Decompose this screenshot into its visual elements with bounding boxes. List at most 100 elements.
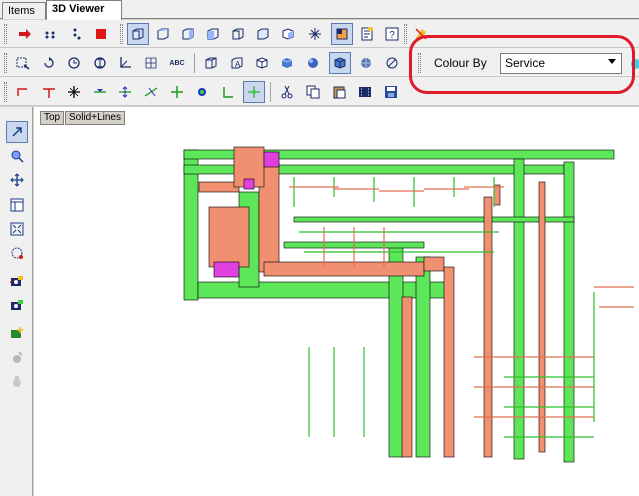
box-solid-icon[interactable] [251, 52, 273, 74]
cube-left-icon[interactable] [202, 23, 224, 45]
duct-segment [493, 184, 501, 206]
arrow-right-icon[interactable] [14, 23, 36, 45]
line-cut-icon[interactable] [140, 81, 162, 103]
save-view-icon[interactable] [380, 81, 402, 103]
toolbar-grip[interactable] [120, 24, 123, 44]
snap-icon[interactable] [243, 81, 265, 103]
duct-segment [293, 216, 575, 223]
rotate-icon[interactable] [38, 52, 60, 74]
elbow-icon[interactable] [12, 81, 34, 103]
properties-icon[interactable] [356, 23, 378, 45]
pipe-run [474, 286, 634, 418]
cube-blue-icon[interactable] [276, 52, 298, 74]
box-wire-icon[interactable] [200, 52, 222, 74]
cube-front-icon[interactable] [127, 23, 149, 45]
select-arrow-icon[interactable] [6, 121, 28, 143]
colour-by-label: Colour By [434, 56, 487, 70]
split-icon[interactable] [114, 81, 136, 103]
no-render-icon[interactable] [381, 52, 403, 74]
pipe-run [293, 177, 495, 207]
svg-text:?: ? [389, 30, 395, 41]
tab-bar: Items 3D Viewer [0, 0, 639, 20]
duct-segment [197, 281, 449, 299]
duct-segment [388, 246, 404, 458]
toolbar-separator [270, 82, 271, 102]
toolbar-area: ? ABC A Colour By Service [0, 20, 639, 106]
colour-by-select[interactable]: Service [500, 53, 622, 74]
cube-shaded-icon[interactable] [329, 52, 351, 74]
toolbar-grip[interactable] [4, 53, 7, 73]
pipe-run [289, 186, 504, 192]
corner-icon[interactable] [217, 81, 239, 103]
toolbar-grip[interactable] [4, 82, 7, 102]
tab-items[interactable]: Items [2, 2, 46, 19]
pan-icon[interactable] [89, 52, 111, 74]
toolbar-grip[interactable] [4, 24, 7, 44]
cube-iso-icon[interactable] [252, 23, 274, 45]
fit-icon[interactable] [6, 218, 28, 240]
duct-segment [423, 256, 445, 272]
tab-3d-viewer[interactable]: 3D Viewer [46, 0, 122, 20]
copy-icon[interactable] [302, 81, 324, 103]
gear-disabled-icon [6, 347, 28, 369]
duct-segment [198, 181, 240, 193]
duct-segment [483, 196, 493, 458]
grid-icon[interactable] [140, 52, 162, 74]
orbit-icon[interactable] [6, 242, 28, 264]
toolbar-separator [194, 53, 195, 73]
left-toolbar [0, 107, 33, 496]
scissors-icon[interactable] [276, 81, 298, 103]
duct-segment [513, 158, 525, 460]
svg-text:A: A [235, 60, 241, 69]
paste-icon[interactable] [328, 81, 350, 103]
duct-segment [401, 296, 413, 458]
target-icon[interactable] [191, 81, 213, 103]
eye-icon[interactable] [89, 81, 111, 103]
help-icon[interactable]: ? [381, 23, 403, 45]
cross-icon[interactable] [63, 81, 85, 103]
cube-shaded-small-icon[interactable] [277, 23, 299, 45]
box-hidden-icon[interactable]: A [226, 52, 248, 74]
toolbar-row-1: ? [0, 20, 639, 48]
duct-fitting [263, 151, 280, 168]
toolbar-grip[interactable] [404, 24, 407, 44]
status-dot-icon [631, 59, 639, 69]
cube-right-icon[interactable] [177, 23, 199, 45]
toolbar-row-2: ABC A Colour By Service [0, 49, 639, 77]
layer-icon[interactable] [331, 23, 353, 45]
clock-icon[interactable] [63, 52, 85, 74]
camera-icon[interactable] [6, 270, 28, 292]
window-icon[interactable] [6, 194, 28, 216]
sparkle-icon[interactable] [304, 23, 326, 45]
duct-segment [415, 256, 431, 458]
move-icon[interactable] [6, 169, 28, 191]
erase-icon[interactable] [410, 23, 432, 45]
tee-icon[interactable] [38, 81, 60, 103]
duct-segment [263, 261, 425, 277]
camera-alt-icon[interactable] [6, 294, 28, 316]
colour-by-value: Service [505, 56, 546, 70]
duct-fitting [213, 261, 240, 278]
toolbar-grip[interactable] [418, 53, 421, 73]
duct-fitting [243, 178, 255, 190]
film-icon[interactable] [354, 81, 376, 103]
axis-icon[interactable] [114, 52, 136, 74]
stop-icon[interactable] [90, 23, 112, 45]
duct-segment [208, 206, 250, 268]
zoom-window-icon[interactable] [12, 52, 34, 74]
sphere-shaded-icon[interactable] [355, 52, 377, 74]
zoom-icon[interactable] [6, 145, 28, 167]
cube-back-icon[interactable] [227, 23, 249, 45]
plus-icon[interactable] [166, 81, 188, 103]
add-component-icon[interactable] [6, 322, 28, 344]
3d-viewport[interactable]: Top Solid+Lines [34, 107, 639, 496]
text-icon[interactable]: ABC [166, 52, 188, 74]
duct-segment [443, 266, 455, 458]
dots-icon[interactable] [39, 23, 61, 45]
gear-disabled-alt-icon [6, 371, 28, 393]
duct-segment [538, 181, 546, 453]
sphere-icon[interactable] [302, 52, 324, 74]
cube-top-icon[interactable] [152, 23, 174, 45]
toolbar-row-3 [0, 78, 639, 106]
dots-vertical-icon[interactable] [64, 23, 86, 45]
